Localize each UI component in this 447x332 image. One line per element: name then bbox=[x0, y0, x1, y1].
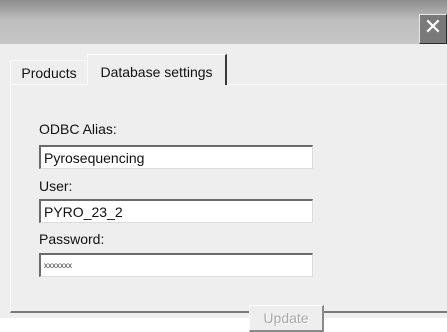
tab-products[interactable]: Products bbox=[10, 60, 87, 84]
password-input[interactable] bbox=[39, 253, 313, 277]
odbc-alias-label: ODBC Alias: bbox=[39, 121, 117, 137]
user-label: User: bbox=[39, 178, 73, 194]
close-icon[interactable]: ✕ bbox=[419, 14, 447, 44]
dialog-body: Products Database settings ODBC Alias: U… bbox=[0, 44, 447, 332]
tab-database-settings[interactable]: Database settings bbox=[87, 54, 227, 85]
user-input[interactable] bbox=[39, 199, 313, 223]
database-settings-panel: ODBC Alias: User: Password: Update bbox=[10, 84, 447, 332]
password-label: Password: bbox=[39, 231, 105, 247]
odbc-alias-input[interactable] bbox=[39, 145, 313, 169]
update-button[interactable]: Update bbox=[249, 305, 324, 332]
dialog-window: ✕ Products Database settings ODBC Alias:… bbox=[0, 0, 447, 332]
title-bar[interactable]: ✕ bbox=[0, 0, 447, 44]
